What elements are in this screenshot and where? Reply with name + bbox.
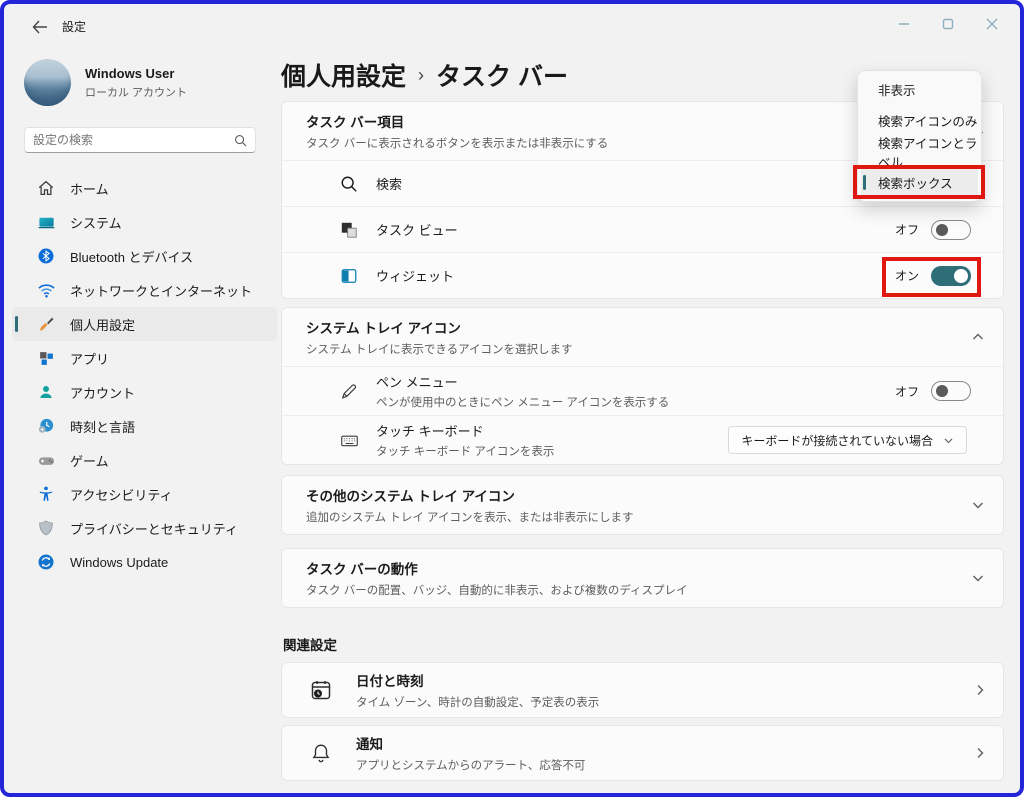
chevron-up-icon[interactable] [971,330,985,344]
flyout-item-search-icon-label[interactable]: 検索アイコンとラベル [861,136,978,170]
privacy-icon [36,518,56,538]
personalization-icon [36,314,56,334]
pen-menu-state: オフ [894,384,919,399]
chevron-right-icon [973,683,987,697]
search-icon [235,134,247,146]
account-type: ローカル アカウント [85,86,188,99]
back-button[interactable] [26,13,54,41]
sidebar-item-gaming[interactable]: ゲーム [12,443,277,477]
chevron-down-icon [944,438,953,443]
accessibility-icon [36,484,56,504]
sidebar-item-system[interactable]: システム [12,205,277,239]
search-mode-flyout: 非表示 検索アイコンのみ 検索アイコンとラベル 検索ボックス [857,70,982,202]
sidebar-item-network[interactable]: ネットワークとインターネット [12,273,277,307]
sidebar-item-windows-update[interactable]: Windows Update [12,545,277,579]
date-time-icon [308,677,334,703]
pen-menu-row: ペン メニュー ペンが使用中のときにペン メニュー アイコンを表示する オフ [282,366,1003,415]
related-settings-heading: 関連設定 [283,638,337,653]
user-profile[interactable]: Windows User ローカル アカウント [24,59,281,106]
sidebar-item-time-language[interactable]: 時刻と言語 [12,409,277,443]
pen-icon [338,380,360,402]
widgets-state: オン [894,269,919,283]
chevron-down-icon[interactable] [971,571,985,585]
time-language-icon [36,416,56,436]
close-button[interactable] [970,4,1014,44]
breadcrumb-separator-icon: › [418,64,425,85]
apps-icon [36,348,56,368]
pen-menu-toggle[interactable] [931,381,971,401]
home-icon [36,178,56,198]
sidebar-item-personalization[interactable]: 個人用設定 [12,307,277,341]
sidebar-nav: ホーム システム Bluetooth とデバイス ネットワークとインターネット … [12,171,277,579]
notifications-card[interactable]: 通知 アプリとシステムからのアラート、応答不可 [281,725,1004,781]
maximize-button[interactable] [926,4,970,44]
minimize-button[interactable] [882,4,926,44]
task-view-row: タスク ビュー オフ [282,206,1003,252]
flyout-item-hidden[interactable]: 非表示 [861,74,978,105]
date-time-card[interactable]: 日付と時刻 タイム ゾーン、時計の自動設定、予定表の表示 [281,662,1004,718]
touch-keyboard-dropdown[interactable]: キーボードが接続されていない場合 [728,426,967,454]
taskbar-behavior-card: タスク バーの動作 タスク バーの配置、バッジ、自動的に非表示、および複数のディ… [281,548,1004,608]
search-input[interactable] [33,133,234,147]
system-icon [36,212,56,232]
system-tray-card: システム トレイ アイコン システム トレイに表示できるアイコンを選択します ペ… [281,307,1004,465]
task-view-icon [338,219,360,241]
sidebar-item-apps[interactable]: アプリ [12,341,277,375]
bluetooth-icon [36,246,56,266]
chevron-right-icon [973,746,987,760]
flyout-item-search-icon-only[interactable]: 検索アイコンのみ [861,105,978,136]
task-view-state: オフ [894,223,919,237]
avatar [24,59,71,106]
title-bar: 設定 [4,4,1020,49]
network-icon [36,280,56,300]
settings-search[interactable] [24,127,256,153]
sidebar-item-bluetooth[interactable]: Bluetooth とデバイス [12,239,277,273]
keyboard-icon [338,429,360,451]
windows-update-icon [36,552,56,572]
page-title: タスク バー [436,63,568,91]
gaming-icon [36,450,56,470]
touch-keyboard-row: タッチ キーボード タッチ キーボード アイコンを表示 キーボードが接続されてい… [282,415,1003,464]
task-view-toggle[interactable] [931,219,971,240]
other-tray-header[interactable]: その他のシステム トレイ アイコン 追加のシステム トレイ アイコンを表示、また… [282,476,1003,534]
widgets-toggle[interactable] [931,265,971,286]
sidebar-item-accessibility[interactable]: アクセシビリティ [12,477,277,511]
accounts-icon [36,382,56,402]
sidebar-item-home[interactable]: ホーム [12,171,277,205]
taskbar-behavior-header[interactable]: タスク バーの動作 タスク バーの配置、バッジ、自動的に非表示、および複数のディ… [282,549,1003,607]
search-icon [338,173,360,195]
user-name: Windows User [85,65,175,81]
other-tray-card: その他のシステム トレイ アイコン 追加のシステム トレイ アイコンを表示、また… [281,475,1004,535]
sidebar-item-privacy[interactable]: プライバシーとセキュリティ [12,511,277,545]
breadcrumb-personalization[interactable]: 個人用設定 [281,57,406,93]
app-title: 設定 [62,20,87,34]
system-tray-header[interactable]: システム トレイ アイコン システム トレイに表示できるアイコンを選択します [282,308,1003,366]
flyout-item-search-box[interactable]: 検索ボックス [861,167,978,198]
sidebar: Windows User ローカル アカウント ホーム システム Bluetoo… [8,49,281,789]
settings-window: 設定 Windows User ローカル アカウント ホーム [0,0,1024,797]
bell-icon [308,740,334,766]
chevron-down-icon[interactable] [971,498,985,512]
widgets-row: ウィジェット オン [282,252,1003,298]
sidebar-item-accounts[interactable]: アカウント [12,375,277,409]
widgets-icon [338,265,360,287]
